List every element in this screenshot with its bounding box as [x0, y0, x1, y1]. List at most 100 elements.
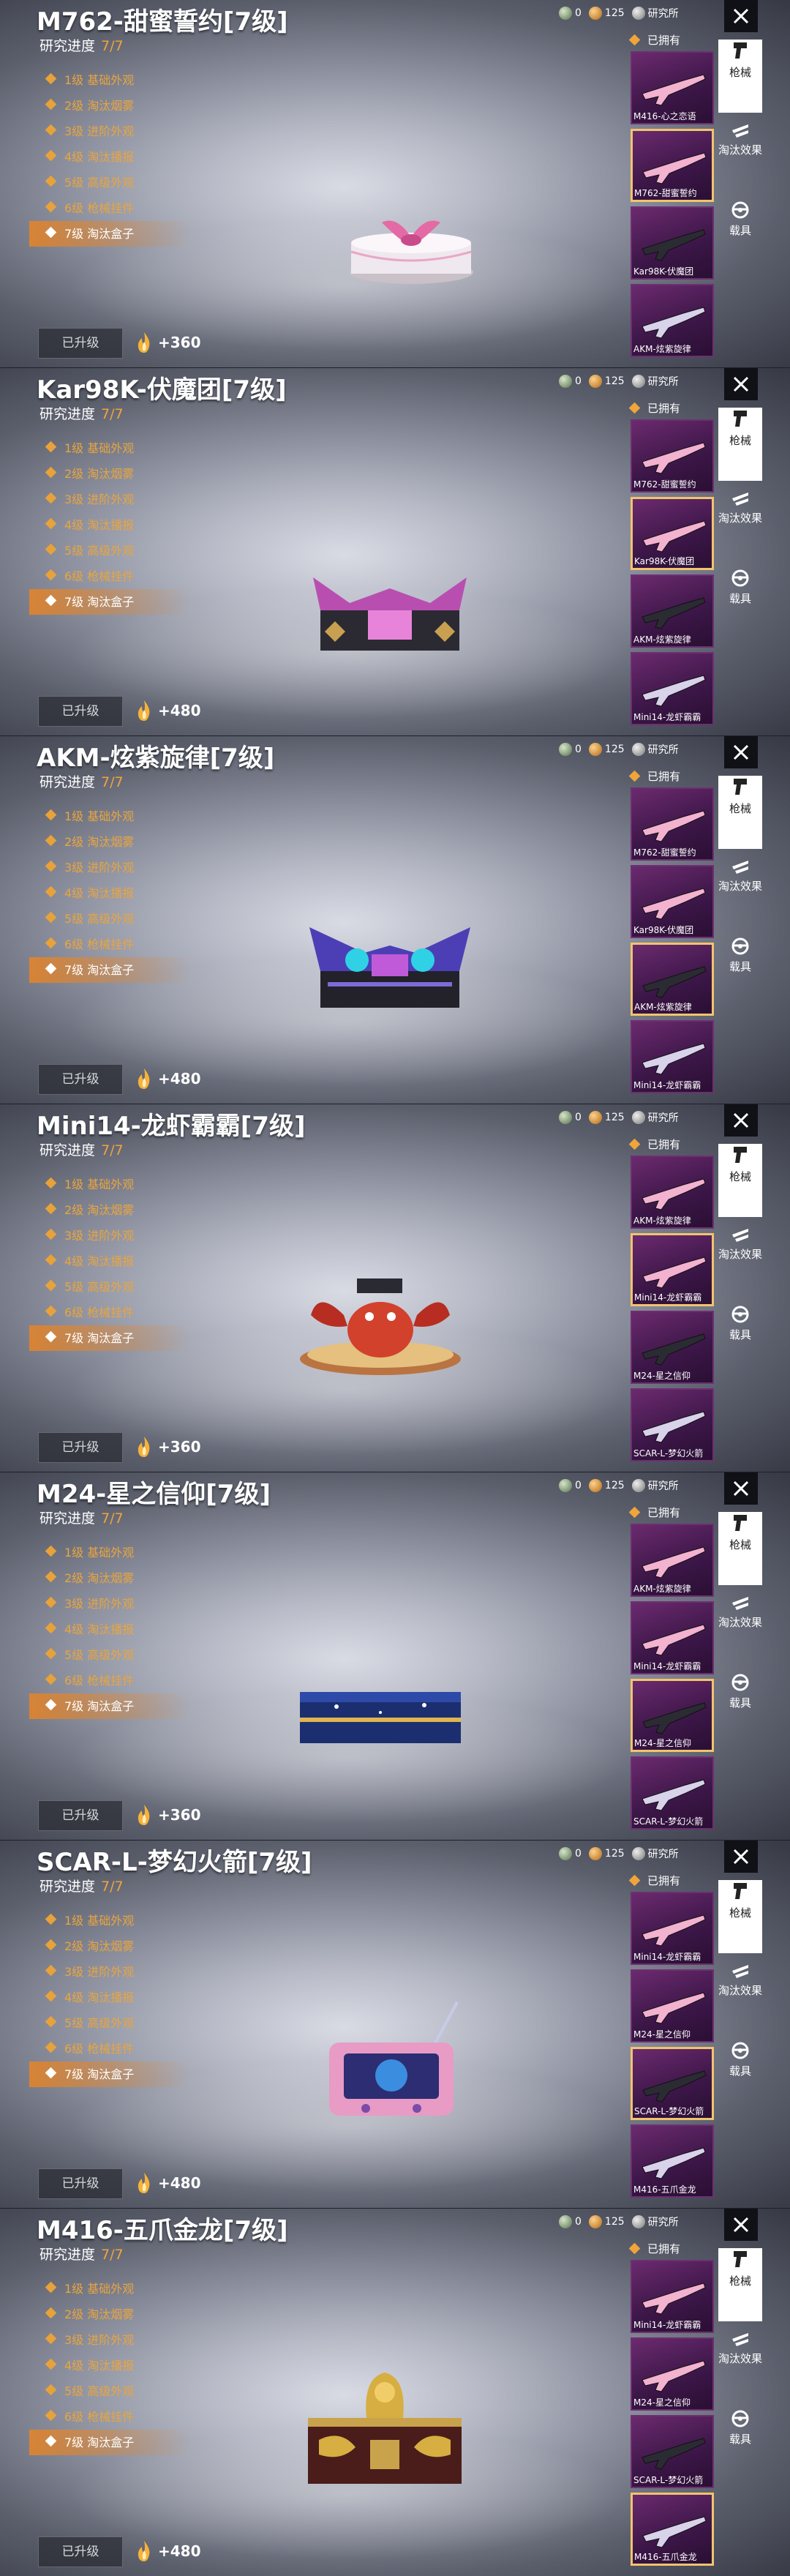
research-stage-5[interactable]: 5级 高级外观	[44, 538, 190, 564]
weapon-thumbnail[interactable]: AKM-炫紫旋律	[631, 284, 714, 357]
research-stage-1[interactable]: 1级 基础外观	[44, 804, 190, 829]
weapon-thumbnail[interactable]: AKM-炫紫旋律	[631, 943, 714, 1016]
research-stage-4[interactable]: 4级 淘汰播报	[44, 1248, 190, 1274]
research-stage-2[interactable]: 2级 淘汰烟雾	[44, 461, 190, 487]
close-button[interactable]	[724, 1104, 758, 1137]
close-button[interactable]	[724, 736, 758, 768]
close-button[interactable]	[724, 2209, 758, 2241]
upgraded-button[interactable]: 已升级	[38, 2168, 123, 2199]
research-stage-4[interactable]: 4级 淘汰播报	[44, 1985, 190, 2010]
research-stage-5[interactable]: 5级 高级外观	[44, 2378, 190, 2404]
weapon-thumbnail[interactable]: Mini14-龙虾霸霸	[631, 2260, 714, 2333]
research-stage-7[interactable]: 7级 淘汰盒子	[29, 221, 190, 247]
weapon-thumbnail[interactable]: M416-心之恋语	[631, 51, 714, 124]
close-button[interactable]	[724, 0, 758, 32]
tab-guns[interactable]: 枪械	[718, 1144, 762, 1217]
upgraded-button[interactable]: 已升级	[38, 1064, 123, 1095]
research-stage-4[interactable]: 4级 淘汰播报	[44, 880, 190, 906]
research-stage-2[interactable]: 2级 淘汰烟雾	[44, 1197, 190, 1223]
owned-filter[interactable]: 已拥有	[628, 2241, 680, 2256]
tab-elimination-effects[interactable]: 淘汰效果	[718, 1961, 762, 2034]
tab-elimination-effects[interactable]: 淘汰效果	[718, 2329, 762, 2402]
research-stage-3[interactable]: 3级 进阶外观	[44, 119, 190, 144]
weapon-thumbnail[interactable]: M762-甜蜜誓约	[631, 787, 714, 861]
research-stage-3[interactable]: 3级 进阶外观	[44, 1959, 190, 1985]
tab-vehicles[interactable]: 载具	[718, 2409, 762, 2482]
weapon-thumbnail[interactable]: M24-星之信仰	[631, 1969, 714, 2043]
owned-filter[interactable]: 已拥有	[628, 768, 680, 784]
weapon-thumbnail[interactable]: M416-五爪金龙	[631, 2493, 714, 2566]
research-stage-2[interactable]: 2级 淘汰烟雾	[44, 2302, 190, 2327]
research-stage-6[interactable]: 6级 枪械挂件	[44, 195, 190, 221]
research-stage-4[interactable]: 4级 淘汰播报	[44, 144, 190, 170]
tab-guns[interactable]: 枪械	[718, 408, 762, 481]
owned-filter[interactable]: 已拥有	[628, 1873, 680, 1888]
research-stage-5[interactable]: 5级 高级外观	[44, 2010, 190, 2036]
weapon-thumbnail[interactable]: AKM-炫紫旋律	[631, 1524, 714, 1597]
upgraded-button[interactable]: 已升级	[38, 2536, 123, 2567]
research-stage-1[interactable]: 1级 基础外观	[44, 2276, 190, 2302]
tab-vehicles[interactable]: 载具	[718, 569, 762, 642]
close-button[interactable]	[724, 1472, 758, 1505]
research-stage-3[interactable]: 3级 进阶外观	[44, 855, 190, 880]
close-button[interactable]	[724, 368, 758, 400]
research-stage-5[interactable]: 5级 高级外观	[44, 1642, 190, 1668]
weapon-thumbnail[interactable]: Mini14-龙虾霸霸	[631, 1892, 714, 1965]
upgraded-button[interactable]: 已升级	[38, 1800, 123, 1831]
owned-filter[interactable]: 已拥有	[628, 1505, 680, 1520]
tab-elimination-effects[interactable]: 淘汰效果	[718, 120, 762, 193]
research-stage-2[interactable]: 2级 淘汰烟雾	[44, 93, 190, 119]
research-stage-6[interactable]: 6级 枪械挂件	[44, 932, 190, 957]
research-stage-2[interactable]: 2级 淘汰烟雾	[44, 1565, 190, 1591]
weapon-thumbnail[interactable]: Kar98K-伏魔团	[631, 206, 714, 280]
weapon-thumbnail[interactable]: Mini14-龙虾霸霸	[631, 652, 714, 725]
owned-filter[interactable]: 已拥有	[628, 400, 680, 416]
weapon-thumbnail[interactable]: AKM-炫紫旋律	[631, 1156, 714, 1229]
research-stage-6[interactable]: 6级 枪械挂件	[44, 2404, 190, 2430]
research-stage-1[interactable]: 1级 基础外观	[44, 1540, 190, 1565]
upgraded-button[interactable]: 已升级	[38, 1432, 123, 1463]
weapon-thumbnail[interactable]: M24-星之信仰	[631, 1311, 714, 1384]
weapon-thumbnail[interactable]: M762-甜蜜誓约	[631, 419, 714, 493]
tab-vehicles[interactable]: 载具	[718, 2041, 762, 2114]
tab-elimination-effects[interactable]: 淘汰效果	[718, 1224, 762, 1298]
research-stage-2[interactable]: 2级 淘汰烟雾	[44, 829, 190, 855]
weapon-thumbnail[interactable]: Kar98K-伏魔团	[631, 497, 714, 570]
tab-guns[interactable]: 枪械	[718, 40, 762, 113]
tab-elimination-effects[interactable]: 淘汰效果	[718, 488, 762, 561]
research-stage-2[interactable]: 2级 淘汰烟雾	[44, 1933, 190, 1959]
research-stage-6[interactable]: 6级 枪械挂件	[44, 564, 190, 589]
research-stage-1[interactable]: 1级 基础外观	[44, 435, 190, 461]
research-stage-4[interactable]: 4级 淘汰播报	[44, 1617, 190, 1642]
upgraded-button[interactable]: 已升级	[38, 696, 123, 727]
research-stage-6[interactable]: 6级 枪械挂件	[44, 2036, 190, 2062]
tab-vehicles[interactable]: 载具	[718, 937, 762, 1010]
research-stage-6[interactable]: 6级 枪械挂件	[44, 1300, 190, 1325]
tab-elimination-effects[interactable]: 淘汰效果	[718, 1592, 762, 1666]
tab-elimination-effects[interactable]: 淘汰效果	[718, 856, 762, 929]
weapon-thumbnail[interactable]: SCAR-L-梦幻火箭	[631, 2415, 714, 2488]
weapon-thumbnail[interactable]: SCAR-L-梦幻火箭	[631, 1388, 714, 1461]
research-stage-1[interactable]: 1级 基础外观	[44, 1172, 190, 1197]
research-stage-3[interactable]: 3级 进阶外观	[44, 1591, 190, 1617]
weapon-thumbnail[interactable]: Mini14-龙虾霸霸	[631, 1233, 714, 1306]
research-stage-3[interactable]: 3级 进阶外观	[44, 1223, 190, 1248]
research-stage-7[interactable]: 7级 淘汰盒子	[29, 2062, 190, 2087]
weapon-thumbnail[interactable]: M24-星之信仰	[631, 2337, 714, 2411]
research-stage-5[interactable]: 5级 高级外观	[44, 1274, 190, 1300]
weapon-thumbnail[interactable]: Kar98K-伏魔团	[631, 865, 714, 938]
research-stage-5[interactable]: 5级 高级外观	[44, 170, 190, 195]
research-stage-7[interactable]: 7级 淘汰盒子	[29, 1693, 190, 1719]
research-stage-7[interactable]: 7级 淘汰盒子	[29, 589, 190, 615]
research-stage-5[interactable]: 5级 高级外观	[44, 906, 190, 932]
research-stage-3[interactable]: 3级 进阶外观	[44, 2327, 190, 2353]
weapon-thumbnail[interactable]: M416-五爪金龙	[631, 2124, 714, 2198]
research-stage-1[interactable]: 1级 基础外观	[44, 1908, 190, 1933]
research-stage-4[interactable]: 4级 淘汰播报	[44, 512, 190, 538]
owned-filter[interactable]: 已拥有	[628, 1137, 680, 1152]
tab-vehicles[interactable]: 载具	[718, 1673, 762, 1746]
research-stage-3[interactable]: 3级 进阶外观	[44, 487, 190, 512]
research-stage-7[interactable]: 7级 淘汰盒子	[29, 957, 190, 983]
tab-vehicles[interactable]: 载具	[718, 1305, 762, 1378]
close-button[interactable]	[724, 1841, 758, 1873]
